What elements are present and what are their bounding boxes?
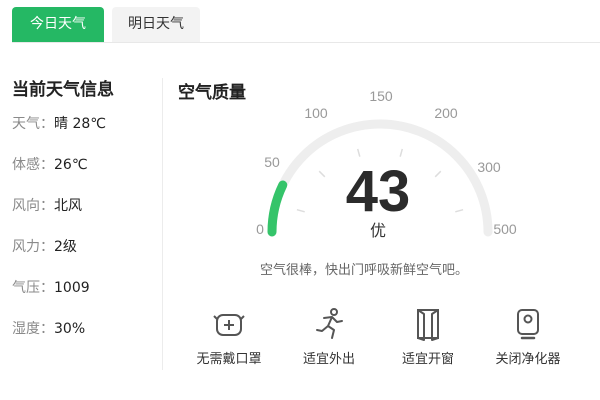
window-icon — [417, 309, 439, 341]
scale-label-500: 500 — [493, 221, 517, 237]
scale-label-100: 100 — [304, 105, 328, 121]
gauge-tick — [399, 148, 404, 157]
scale-label-300: 300 — [477, 159, 501, 175]
scale-label-0: 0 — [256, 221, 264, 237]
advice-open-window-label: 适宜开窗 — [401, 352, 454, 367]
scale-label-200: 200 — [434, 105, 458, 121]
gauge-tick — [455, 208, 464, 213]
air-purifier-icon — [517, 309, 539, 340]
gauge-fill — [267, 180, 288, 237]
mask-icon — [213, 314, 245, 336]
scale-label-50: 50 — [264, 154, 280, 170]
gauge-tick — [296, 208, 305, 213]
gauge-tick — [356, 148, 361, 157]
advice-no-mask: 无需戴口罩 — [184, 307, 274, 367]
advice-purifier-off-label: 关闭净化器 — [495, 352, 561, 367]
gauge-tick — [434, 170, 442, 178]
advice-open-window: 适宜开窗 — [383, 307, 473, 367]
running-person-icon — [316, 308, 343, 339]
advice-go-out: 适宜外出 — [284, 307, 374, 367]
air-quality-tip: 空气很棒，快出门呼吸新鲜空气吧。 — [260, 263, 469, 278]
advice-go-out-label: 适宜外出 — [302, 352, 355, 367]
aqi-value: 43 — [346, 159, 411, 224]
gauge-tick — [318, 170, 326, 178]
aqi-level: 优 — [370, 221, 386, 240]
scale-label-150: 150 — [369, 88, 393, 104]
advice-no-mask-label: 无需戴口罩 — [196, 352, 262, 367]
advice-purifier-off: 关闭净化器 — [483, 307, 573, 367]
